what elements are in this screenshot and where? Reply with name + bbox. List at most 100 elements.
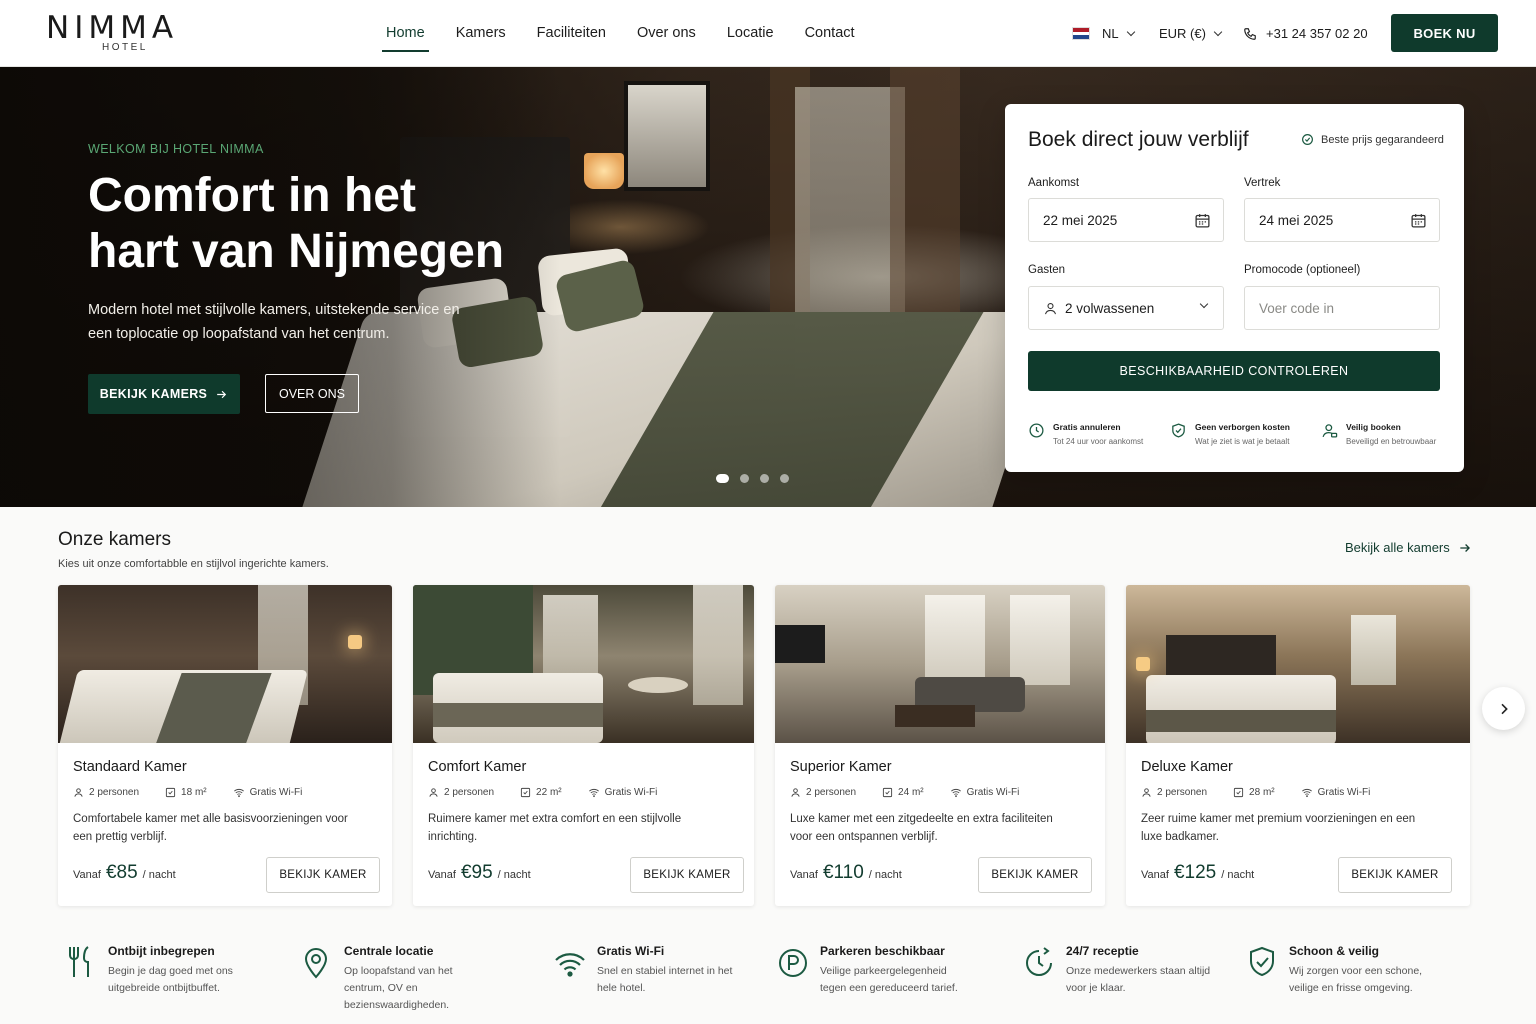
departure-date-field[interactable]: 24 mei 2025 <box>1244 198 1440 242</box>
feature-text: Onze medewerkers staan altijd voor je kl… <box>1066 965 1211 994</box>
room-card[interactable]: Superior Kamer 2 personen 24 m² Gratis W… <box>775 585 1105 906</box>
slider-dot-1[interactable] <box>716 474 729 483</box>
wifi-icon <box>555 953 585 977</box>
nav-home[interactable]: Home <box>382 0 429 67</box>
user-icon <box>791 788 800 797</box>
carousel-next-button[interactable] <box>1482 687 1525 730</box>
nav-kamers[interactable]: Kamers <box>456 0 506 67</box>
room-size: 24 m² <box>898 787 924 798</box>
view-room-button[interactable]: BEKIJK KAMER <box>1338 857 1452 893</box>
room-name: Deluxe Kamer <box>1141 759 1233 775</box>
hero-photo-frame <box>624 81 710 191</box>
price-value: €95 <box>460 862 493 883</box>
photo-tv <box>775 625 825 663</box>
price-suffix: / nacht <box>142 869 176 881</box>
feature-text: Begin je dag goed met ons uitgebreide on… <box>108 965 233 994</box>
wifi-icon <box>1301 788 1312 798</box>
hotel-logo[interactable]: NIMMA HOTEL <box>46 10 196 56</box>
user-icon <box>429 788 438 797</box>
feature-text: Veilige parkeergelegenheid tegen een ger… <box>820 965 958 994</box>
room-description: Comfortabele kamer met alle basisvoorzie… <box>73 813 348 843</box>
currency-label: EUR (€) <box>1159 26 1206 41</box>
calendar-icon <box>1195 214 1210 228</box>
photo-runner <box>433 703 603 727</box>
room-size: 18 m² <box>181 787 207 798</box>
nav-contact[interactable]: Contact <box>805 0 855 67</box>
slider-dot-3[interactable] <box>760 474 769 483</box>
nav-over-ons[interactable]: Over ons <box>637 0 696 67</box>
nav-locatie[interactable]: Locatie <box>727 0 774 67</box>
guests-select[interactable]: 2 volwassenen <box>1028 286 1224 330</box>
view-rooms-button[interactable]: BEKIJK KAMERS <box>88 374 240 414</box>
room-name: Superior Kamer <box>790 759 892 775</box>
photo-table <box>628 677 688 693</box>
room-name: Standaard Kamer <box>73 759 187 775</box>
user-lock-icon <box>1322 424 1338 438</box>
room-wifi: Gratis Wi-Fi <box>604 787 658 798</box>
room-meta: 2 personen 18 m² Gratis Wi-Fi <box>73 787 328 798</box>
arrival-date-field[interactable]: 22 mei 2025 <box>1028 198 1224 242</box>
departure-label: Vertrek <box>1244 177 1281 189</box>
promo-code-placeholder: Voer code in <box>1259 300 1335 316</box>
about-us-button[interactable]: OVER ONS <box>265 374 359 413</box>
photo-runner <box>1146 710 1336 732</box>
price-value: €85 <box>105 862 138 883</box>
room-price: Vanaf €125 / nacht <box>1141 862 1254 884</box>
photo-window <box>925 595 985 685</box>
room-persons: 2 personen <box>444 787 495 798</box>
calendar-icon <box>1411 214 1426 228</box>
phone-link[interactable]: +31 24 357 02 20 <box>1243 0 1368 67</box>
room-size: 22 m² <box>536 787 562 798</box>
shield-check-icon <box>1250 946 1274 977</box>
best-price-label: Beste prijs gegarandeerd <box>1321 133 1444 146</box>
hero-title-line: hart van Nijmegen <box>88 225 505 278</box>
rooms-section-title: Onze kamers <box>58 529 171 550</box>
clock-24-icon <box>1026 947 1052 976</box>
check-availability-button[interactable]: BESCHIKBAARHEID CONTROLEREN <box>1028 351 1440 391</box>
price-suffix: / nacht <box>1221 869 1255 881</box>
wifi-icon <box>950 788 961 798</box>
room-persons: 2 personen <box>1157 787 1208 798</box>
room-price: Vanaf €110 / nacht <box>790 862 902 884</box>
book-now-button[interactable]: BOEK NU <box>1391 14 1498 52</box>
parking-icon <box>779 949 807 977</box>
feature-item: Gratis Wi-Fi Snel en stabiel internet in … <box>555 944 747 997</box>
slider-dot-2[interactable] <box>740 474 749 483</box>
room-card[interactable]: Deluxe Kamer 2 personen 28 m² Gratis Wi-… <box>1126 585 1470 906</box>
language-selector[interactable]: NL <box>1072 0 1135 67</box>
room-price: Vanaf €95 / nacht <box>428 862 531 884</box>
room-card[interactable]: Comfort Kamer 2 personen 22 m² Gratis Wi… <box>413 585 754 906</box>
room-meta: 2 personen 22 m² Gratis Wi-Fi <box>428 787 683 798</box>
slider-dot-4[interactable] <box>780 474 789 483</box>
room-photo <box>775 585 1105 743</box>
view-all-rooms-label: Bekijk alle kamers <box>1345 540 1450 555</box>
room-size-icon <box>520 787 531 798</box>
currency-selector[interactable]: EUR (€) <box>1159 0 1223 67</box>
logo-subtitle: HOTEL <box>102 42 148 53</box>
room-persons: 2 personen <box>806 787 857 798</box>
view-room-button[interactable]: BEKIJK KAMER <box>630 857 744 893</box>
room-card[interactable]: Standaard Kamer 2 personen 18 m² Gratis … <box>58 585 392 906</box>
hero-slider-dots <box>716 474 789 483</box>
feature-title: Schoon & veilig <box>1289 944 1380 958</box>
wifi-icon <box>588 788 599 798</box>
flag-nl-icon <box>1072 27 1090 40</box>
promo-code-input[interactable]: Voer code in <box>1244 286 1440 330</box>
price-prefix: Vanaf <box>428 869 456 881</box>
nav-faciliteiten[interactable]: Faciliteiten <box>537 0 606 67</box>
price-value: €125 <box>1173 862 1217 883</box>
arrival-date-value: 22 mei 2025 <box>1043 212 1118 228</box>
view-room-button[interactable]: BEKIJK KAMER <box>978 857 1092 893</box>
view-all-rooms-link[interactable]: Bekijk alle kamers <box>1345 540 1472 555</box>
feature-text: Op loopafstand van het centrum, OV en be… <box>344 965 453 1011</box>
user-icon <box>1142 788 1151 797</box>
promo-label: Promocode (optioneel) <box>1244 264 1361 276</box>
photo-window <box>693 585 743 705</box>
view-room-button[interactable]: BEKIJK KAMER <box>266 857 380 893</box>
main-nav: Home Kamers Faciliteiten Over ons Locati… <box>382 0 886 67</box>
photo-window <box>1010 595 1070 685</box>
booking-title: Boek direct jouw verblijf <box>1028 128 1249 151</box>
feature-title: 24/7 receptie <box>1066 944 1139 958</box>
feature-text: Wat je ziet is wat je betaalt <box>1195 437 1290 446</box>
hero-description: Modern hotel met stijlvolle kamers, uits… <box>88 302 460 342</box>
